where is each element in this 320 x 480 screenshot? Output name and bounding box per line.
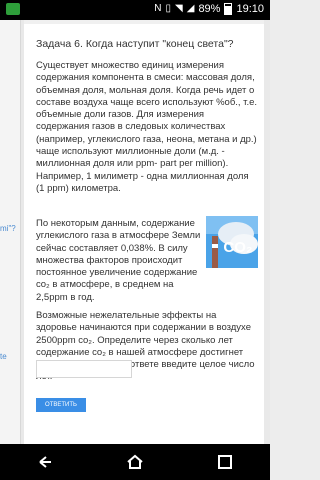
answer-input[interactable]	[36, 360, 132, 378]
android-nav-bar	[0, 444, 270, 480]
co2-illustration: CO₂	[206, 216, 258, 268]
clock: 19:10	[236, 3, 264, 15]
submit-button[interactable]: ОТВЕТИТЬ	[36, 398, 86, 412]
home-button[interactable]	[125, 452, 145, 472]
task-card: Задача 6. Когда наступит "конец света"? …	[24, 20, 264, 444]
task-title: Задача 6. Когда наступит "конец света"?	[36, 38, 234, 50]
recents-button[interactable]	[215, 452, 235, 472]
app-content: mi"? te Задача 6. Когда наступит "конец …	[0, 20, 270, 444]
back-button[interactable]	[35, 452, 55, 472]
status-icons: N ▯ ◥ ◢ 89% 19:10	[154, 3, 264, 15]
left-panel-fragment: mi"?	[0, 224, 16, 233]
notification-icon	[6, 3, 20, 15]
co2-image-text: CO₂	[223, 239, 252, 256]
left-panel-fragment: te	[0, 352, 7, 361]
battery-percent: 89%	[198, 3, 221, 15]
status-bar: N ▯ ◥ ◢ 89% 19:10	[0, 0, 270, 20]
left-side-panel[interactable]: mi"? te	[0, 20, 21, 444]
wifi-icon: ◥	[175, 3, 183, 14]
vibrate-icon: ▯	[165, 3, 172, 14]
task-paragraph-2: По некоторым данным, содержание углекисл…	[36, 218, 201, 303]
back-icon	[39, 456, 51, 468]
nfc-icon: N	[154, 3, 162, 14]
task-paragraph-1: Существует множество единиц измерения со…	[36, 60, 258, 194]
home-icon	[127, 454, 143, 469]
recents-icon	[218, 455, 232, 469]
signal-icon: ◢	[186, 3, 195, 14]
card-top-strip	[24, 20, 264, 24]
battery-icon	[224, 3, 233, 15]
